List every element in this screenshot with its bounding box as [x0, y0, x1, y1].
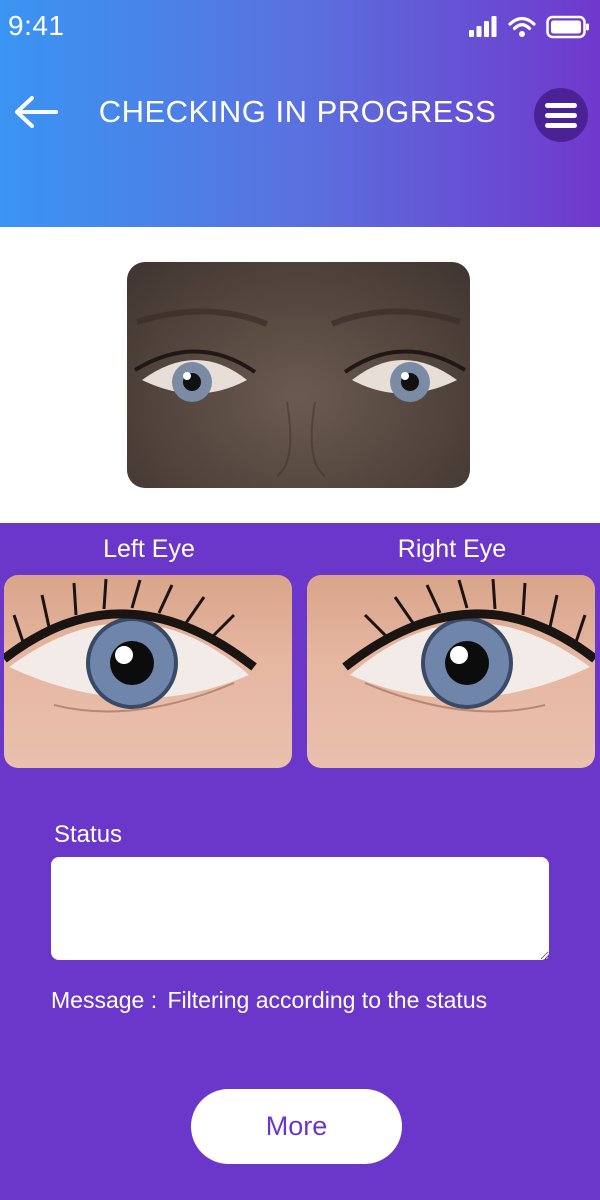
- menu-button[interactable]: [534, 88, 588, 142]
- status-label: Status: [54, 821, 123, 848]
- status-message: Message : Filtering according to the sta…: [51, 987, 487, 1014]
- face-photo: [127, 262, 470, 488]
- hamburger-line: [545, 123, 577, 128]
- left-eye-image: [4, 578, 257, 713]
- wifi-icon: [508, 16, 536, 37]
- right-eye-image: [342, 578, 595, 713]
- signal-icon: [469, 16, 497, 37]
- battery-icon: [546, 15, 589, 39]
- hamburger-line: [545, 113, 577, 118]
- left-eye-photo: [4, 575, 292, 768]
- header: 9:41 CHECKING IN PROGRESS: [0, 0, 600, 227]
- back-button[interactable]: [12, 92, 60, 132]
- more-button[interactable]: More: [191, 1089, 402, 1164]
- face-image: [133, 308, 467, 477]
- status-field[interactable]: [51, 857, 549, 960]
- hamburger-menu-icon: [545, 103, 577, 108]
- page-title: CHECKING IN PROGRESS: [98, 94, 497, 129]
- right-eye-label: Right Eye: [397, 535, 507, 563]
- status-bar: 9:41: [0, 0, 600, 56]
- right-eye-photo: [307, 575, 595, 768]
- message-prefix: Message :: [51, 987, 158, 1013]
- left-eye-label: Left Eye: [103, 535, 195, 563]
- message-text: Filtering according to the status: [167, 987, 488, 1013]
- status-time: 9:41: [8, 10, 65, 41]
- status-icons: [468, 14, 590, 40]
- arrow-left-icon: [15, 96, 58, 128]
